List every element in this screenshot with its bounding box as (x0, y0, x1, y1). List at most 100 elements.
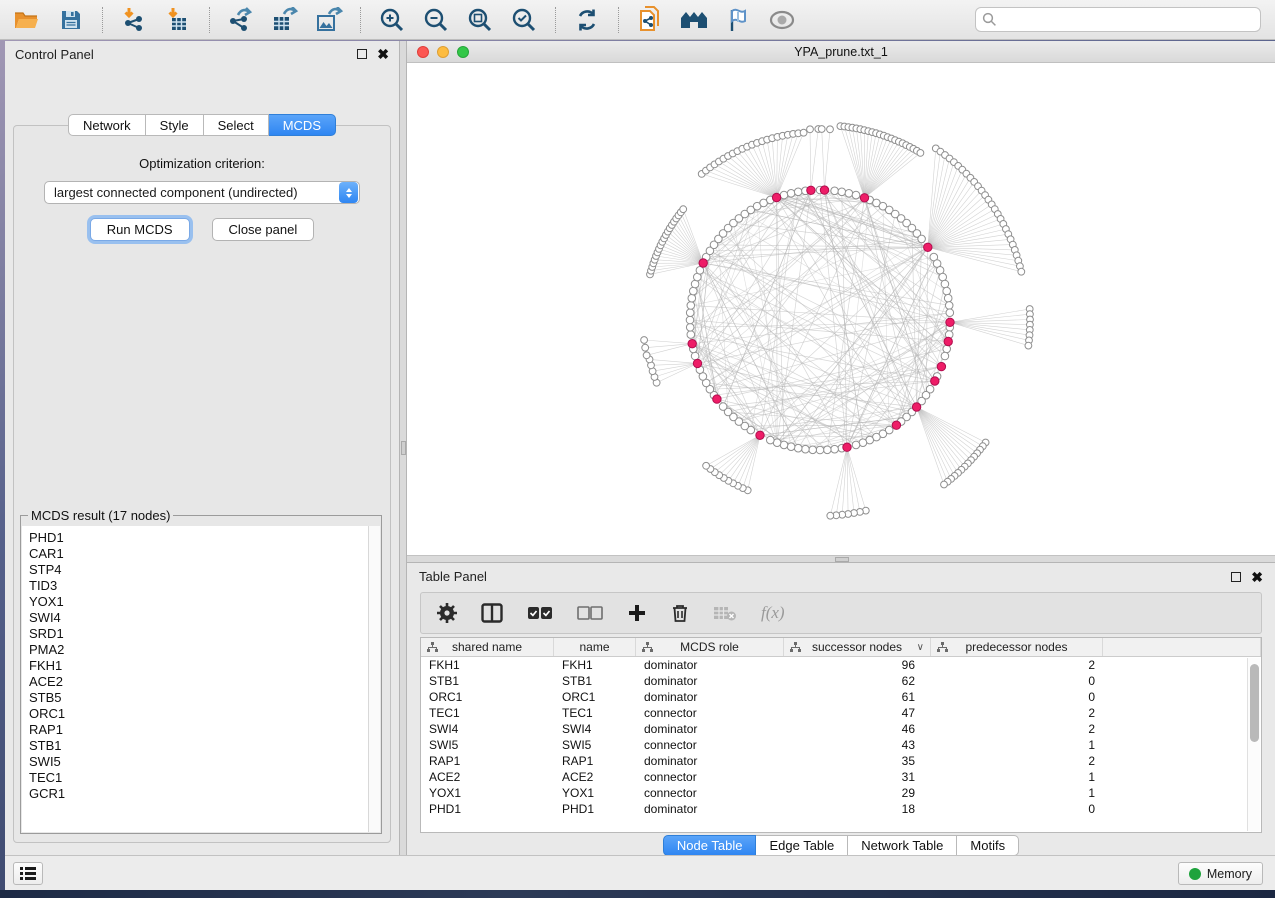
network-node[interactable] (824, 446, 832, 454)
mcds-result-item[interactable]: STP4 (29, 562, 380, 578)
network-node[interactable] (690, 287, 698, 295)
export-network-icon[interactable] (222, 4, 260, 36)
tab-motifs[interactable]: Motifs (957, 835, 1019, 856)
mcds-node[interactable] (820, 186, 828, 194)
cell-shared-name[interactable]: PHD1 (421, 801, 554, 817)
cell-shared-name[interactable]: SWI5 (421, 737, 554, 753)
table-scrollbar[interactable] (1247, 658, 1260, 831)
network-node[interactable] (943, 345, 951, 353)
mcds-result-item[interactable]: STB5 (29, 690, 380, 706)
vizmapper-style-icon[interactable] (719, 4, 757, 36)
tab-select[interactable]: Select (204, 114, 269, 136)
select-all-icon[interactable] (527, 605, 553, 621)
cell-name[interactable]: FKH1 (554, 657, 636, 673)
network-node[interactable] (642, 344, 649, 351)
float-panel-icon[interactable] (1231, 572, 1241, 582)
table-row[interactable]: FKH1FKH1dominator962 (421, 657, 1261, 673)
mcds-result-item[interactable]: ORC1 (29, 706, 380, 722)
cell-predecessor-nodes[interactable]: 0 (931, 689, 1103, 705)
zoom-selected-icon[interactable] (505, 4, 543, 36)
network-node[interactable] (945, 302, 953, 310)
unselect-all-icon[interactable] (577, 605, 603, 621)
column-header-mcds-role[interactable]: MCDS role (636, 638, 784, 656)
cell-mcds-role[interactable]: dominator (636, 721, 784, 737)
save-session-icon[interactable] (52, 4, 90, 36)
mcds-result-item[interactable]: GCR1 (29, 786, 380, 802)
tab-style[interactable]: Style (146, 114, 204, 136)
zoom-fit-icon[interactable] (461, 4, 499, 36)
cell-shared-name[interactable]: YOX1 (421, 785, 554, 801)
mcds-result-item[interactable]: SWI5 (29, 754, 380, 770)
network-node[interactable] (686, 316, 694, 324)
mcds-result-item[interactable]: PMA2 (29, 642, 380, 658)
function-builder-icon[interactable]: f(x) (761, 603, 785, 623)
memory-button[interactable]: Memory (1178, 862, 1263, 885)
search-network-icon[interactable] (675, 4, 713, 36)
import-network-icon[interactable] (115, 4, 153, 36)
cell-name[interactable]: STB1 (554, 673, 636, 689)
mcds-result-item[interactable]: RAP1 (29, 722, 380, 738)
cell-mcds-role[interactable]: dominator (636, 753, 784, 769)
cell-mcds-role[interactable]: connector (636, 705, 784, 721)
cell-mcds-role[interactable]: dominator (636, 689, 784, 705)
network-node[interactable] (809, 446, 817, 454)
mcds-result-item[interactable]: PHD1 (29, 530, 380, 546)
network-node[interactable] (816, 446, 824, 454)
mcds-node[interactable] (944, 337, 952, 345)
table-settings-gear-icon[interactable] (437, 603, 457, 623)
splitter-grip[interactable] (835, 557, 849, 562)
network-node[interactable] (780, 191, 788, 199)
close-panel-icon[interactable]: ✖ (1251, 572, 1263, 582)
cell-name[interactable]: PHD1 (554, 801, 636, 817)
zoom-in-icon[interactable] (373, 4, 411, 36)
mcds-result-item[interactable]: YOX1 (29, 594, 380, 610)
cell-shared-name[interactable]: FKH1 (421, 657, 554, 673)
mcds-result-item[interactable]: ACE2 (29, 674, 380, 690)
horizontal-splitter[interactable] (407, 555, 1275, 563)
tab-mcds[interactable]: MCDS (269, 114, 336, 136)
network-node[interactable] (800, 129, 807, 136)
mcds-node[interactable] (860, 194, 868, 202)
mcds-node[interactable] (946, 318, 954, 326)
cell-successor-nodes[interactable]: 61 (784, 689, 931, 705)
network-node[interactable] (787, 443, 795, 451)
tab-network[interactable]: Network (68, 114, 146, 136)
cell-predecessor-nodes[interactable]: 0 (931, 801, 1103, 817)
cell-successor-nodes[interactable]: 47 (784, 705, 931, 721)
table-row[interactable]: PHD1PHD1dominator180 (421, 801, 1261, 817)
cell-predecessor-nodes[interactable]: 2 (931, 657, 1103, 673)
cell-successor-nodes[interactable]: 43 (784, 737, 931, 753)
mcds-node[interactable] (937, 362, 945, 370)
search-input[interactable] (997, 13, 1254, 27)
network-node[interactable] (641, 337, 648, 344)
cell-name[interactable]: YOX1 (554, 785, 636, 801)
cell-shared-name[interactable]: RAP1 (421, 753, 554, 769)
tab-network-table[interactable]: Network Table (848, 835, 957, 856)
mcds-node[interactable] (931, 377, 939, 385)
mcds-node[interactable] (756, 431, 764, 439)
zoom-out-icon[interactable] (417, 4, 455, 36)
cell-mcds-role[interactable]: connector (636, 769, 784, 785)
mcds-result-item[interactable]: TEC1 (29, 770, 380, 786)
network-node[interactable] (831, 187, 839, 195)
network-node[interactable] (845, 190, 853, 198)
table-row[interactable]: SWI5SWI5connector431 (421, 737, 1261, 753)
cell-mcds-role[interactable]: connector (636, 785, 784, 801)
cell-mcds-role[interactable]: dominator (636, 801, 784, 817)
optimization-criterion-select[interactable]: largest connected component (undirected) (44, 181, 360, 204)
cell-name[interactable]: RAP1 (554, 753, 636, 769)
network-node[interactable] (1025, 342, 1032, 349)
cell-predecessor-nodes[interactable]: 2 (931, 753, 1103, 769)
float-panel-icon[interactable] (357, 49, 367, 59)
network-node[interactable] (852, 441, 860, 449)
cell-name[interactable]: TEC1 (554, 705, 636, 721)
cell-name[interactable]: ACE2 (554, 769, 636, 785)
column-header-name[interactable]: name (554, 638, 636, 656)
mcds-list-scrollbar[interactable] (368, 526, 380, 832)
mcds-node[interactable] (912, 403, 920, 411)
column-header-successor-nodes[interactable]: successor nodes∨ (784, 638, 931, 656)
cell-successor-nodes[interactable]: 31 (784, 769, 931, 785)
splitter-grip[interactable] (401, 441, 406, 455)
show-hide-eye-icon[interactable] (763, 4, 801, 36)
network-node[interactable] (794, 188, 802, 196)
